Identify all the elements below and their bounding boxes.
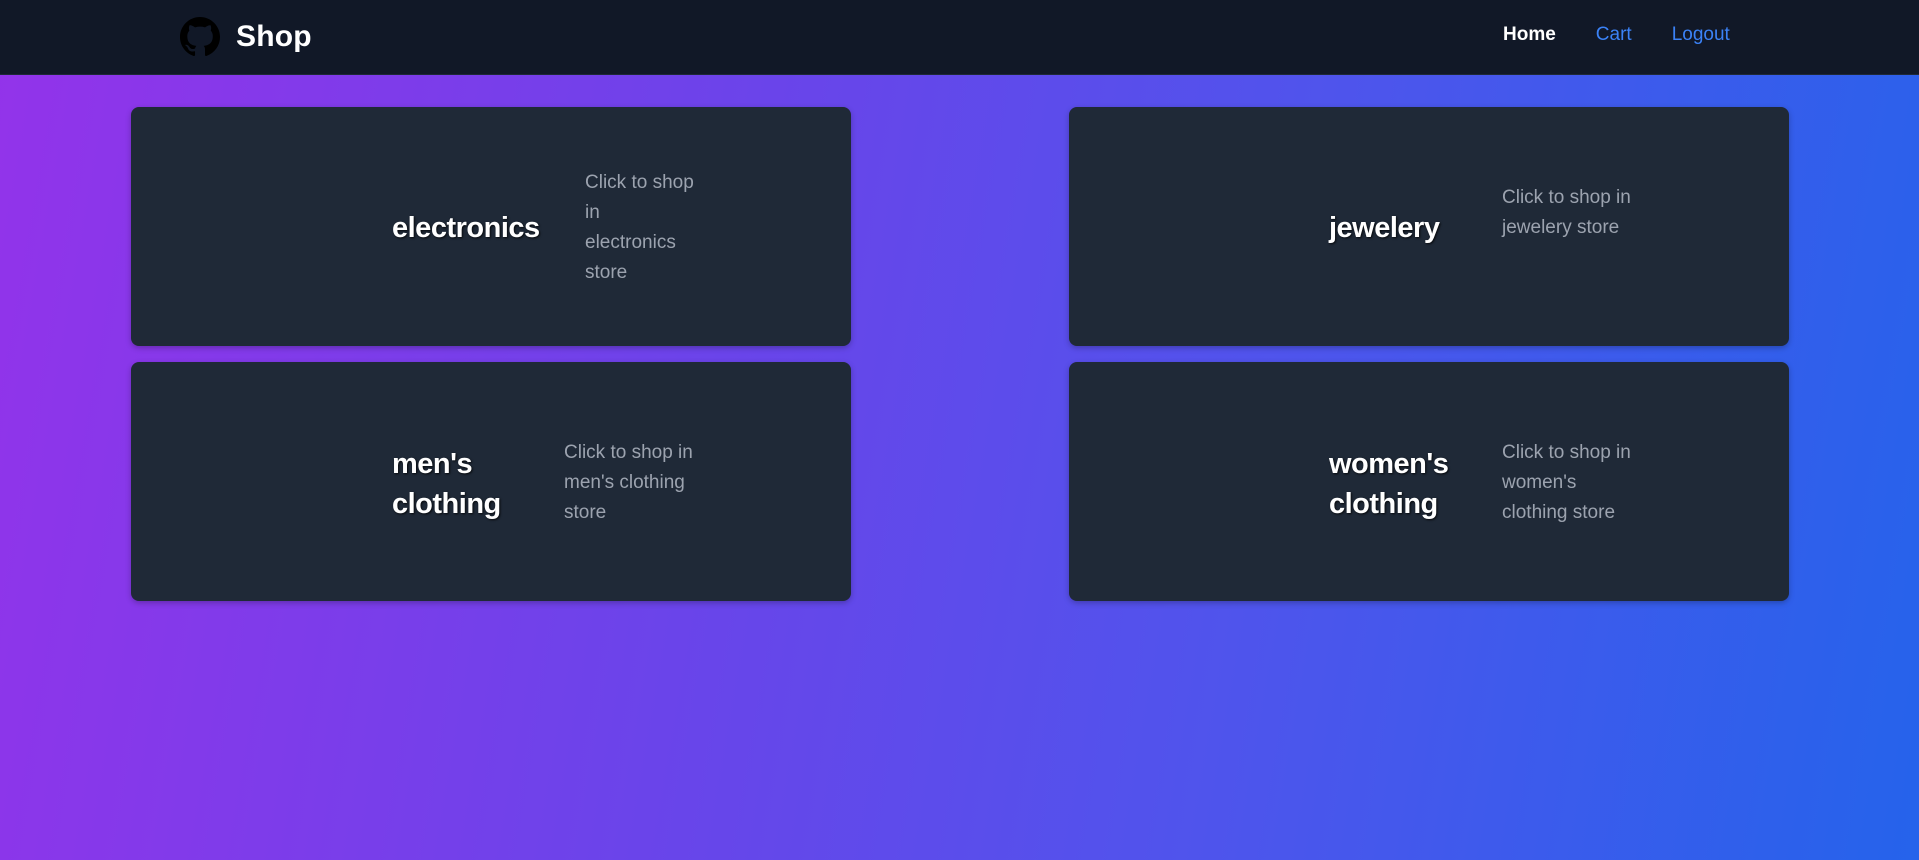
category-card-jewelery[interactable]: jewelery Click to shop in jewelery store	[1069, 107, 1789, 346]
category-title: men's clothing	[392, 448, 501, 520]
nav-link-cart[interactable]: Cart	[1596, 24, 1632, 46]
brand-title: Shop	[236, 20, 312, 53]
github-icon	[180, 17, 220, 57]
category-description: Click to shop in women's clothing store	[1502, 442, 1631, 523]
navbar: Shop Home Cart Logout	[0, 0, 1919, 75]
category-description: Click to shop in men's clothing store	[564, 442, 693, 523]
category-description: Click to shop in electronics store	[585, 172, 694, 283]
nav-link-home[interactable]: Home	[1503, 24, 1556, 46]
category-card-mens-clothing[interactable]: men's clothing Click to shop in men's cl…	[131, 362, 851, 601]
category-title: women's clothing	[1329, 448, 1449, 520]
category-card-womens-clothing[interactable]: women's clothing Click to shop in women'…	[1069, 362, 1789, 601]
nav-link-logout[interactable]: Logout	[1672, 24, 1730, 46]
category-title: electronics	[392, 212, 540, 244]
category-description: Click to shop in jewelery store	[1502, 187, 1631, 238]
category-card-electronics[interactable]: electronics Click to shop in electronics…	[131, 107, 851, 346]
category-title: jewelery	[1329, 212, 1440, 244]
brand-link[interactable]: Shop	[180, 17, 312, 57]
nav-links: Home Cart Logout	[1503, 24, 1730, 46]
